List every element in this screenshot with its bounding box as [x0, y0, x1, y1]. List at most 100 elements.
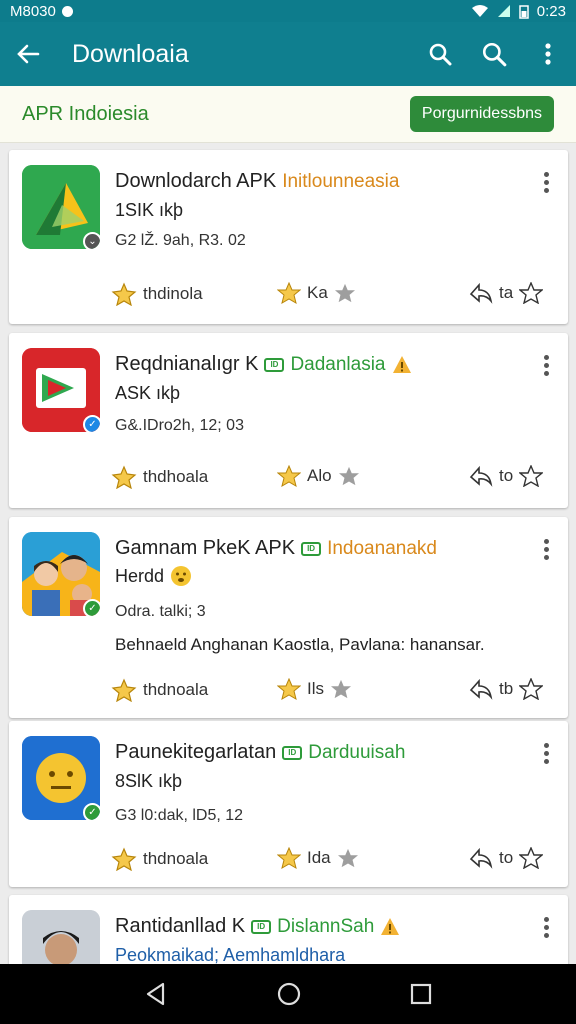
recents-nav-icon[interactable]: [409, 982, 433, 1006]
share-label: ta: [499, 283, 514, 302]
app-category: Initlounneasia: [282, 170, 400, 192]
app-name: Downlodarch APK: [115, 170, 277, 192]
share-icon: [469, 282, 493, 304]
card-more-button[interactable]: [544, 917, 550, 939]
app-category: Indoananakd: [327, 537, 437, 559]
status-left-text: M8030: [10, 2, 56, 20]
region-title: APR Indoiesia: [22, 102, 149, 125]
rating-action[interactable]: Alo: [277, 465, 360, 487]
star-filled-icon: [277, 678, 301, 700]
system-nav-bar: [0, 964, 576, 1024]
install-label: thdinola: [143, 284, 203, 303]
install-star-icon: [111, 282, 137, 306]
page-title: Downloaia: [72, 39, 189, 68]
region-tag: ID: [264, 357, 285, 372]
app-category: Darduuisah: [308, 741, 406, 763]
emoji-icon: [171, 566, 192, 586]
card-more-button[interactable]: [544, 743, 550, 765]
app-list: ⌄ Downlodarch APK Initlounneasia 1SIK ık…: [0, 143, 576, 964]
warning-icon: [392, 355, 411, 373]
search-button-primary[interactable]: [426, 40, 454, 68]
app-name: Rantidanllad K: [115, 915, 246, 937]
back-nav-icon[interactable]: [143, 981, 169, 1007]
share-label: to: [499, 848, 514, 867]
share-action[interactable]: tb: [469, 678, 544, 700]
region-tag: ID: [251, 919, 272, 934]
wifi-icon: [471, 5, 488, 17]
app-card[interactable]: ✓ Gamnam PkeK APK ID Indoananakd Herdd O…: [9, 517, 568, 718]
app-meta: Odra. talki; 3: [115, 603, 206, 620]
share-label: to: [499, 466, 514, 485]
red-play-icon: ✓: [22, 348, 100, 432]
share-icon: [469, 465, 493, 487]
app-size: 1SIK ıkþ: [115, 200, 184, 220]
green-yellow-arrow-icon: ⌄: [22, 165, 100, 249]
install-action[interactable]: thdnoala: [111, 678, 208, 702]
app-card[interactable]: ✓ Reqdnianalıgr K ID Dadanlasia ASK ıkþ …: [9, 333, 568, 508]
share-icon: [469, 847, 493, 869]
install-action[interactable]: thdinola: [111, 282, 203, 306]
app-size: 8SlK ıkþ: [115, 771, 183, 791]
rating-action[interactable]: Ka: [277, 282, 356, 304]
people-game-icon: ✓: [22, 532, 100, 616]
install-star-icon: [111, 465, 137, 489]
star-grey-icon: [334, 283, 355, 303]
app-bar: Downloaia: [0, 22, 576, 86]
status-bar: M8030 0:23: [0, 0, 576, 22]
verified-badge-icon: ✓: [83, 415, 100, 432]
app-name: Reqdnianalıgr K: [115, 353, 259, 375]
back-button[interactable]: [14, 40, 42, 68]
star-filled-icon: [277, 465, 301, 487]
rating-label: Ka: [307, 283, 328, 302]
download-badge-icon: ⌄: [83, 232, 100, 249]
app-meta: G3 l0:dak, lD5, 12: [115, 807, 244, 824]
star-grey-icon: [331, 679, 351, 699]
star-outline-icon: [519, 678, 544, 700]
home-nav-icon[interactable]: [276, 981, 302, 1007]
install-action[interactable]: thdhoala: [111, 465, 208, 489]
signal-icon: [497, 5, 510, 17]
app-meta: G&.IDro2h, 12; 03: [115, 417, 244, 434]
overflow-menu-button[interactable]: [534, 40, 562, 68]
rating-label: Alo: [307, 466, 332, 485]
app-meta: G2 lŽ. 9ah, R3. 02: [115, 232, 246, 249]
verified-badge-icon: ✓: [83, 599, 100, 616]
app-name-line2: Herdd: [115, 565, 165, 586]
person-photo-icon: [22, 910, 100, 964]
install-label: thdnoala: [143, 680, 209, 699]
card-more-button[interactable]: [544, 539, 550, 561]
search-button-secondary[interactable]: [480, 40, 508, 68]
rating-label: Ida: [307, 848, 331, 867]
star-grey-icon: [337, 848, 358, 868]
search-icon: [429, 43, 452, 66]
install-action[interactable]: thdnoala: [111, 847, 208, 871]
app-category: DislannSah: [277, 915, 375, 937]
warning-icon: [381, 917, 400, 935]
rating-label: Ils: [307, 679, 324, 698]
card-more-button[interactable]: [544, 172, 550, 194]
region-action-button[interactable]: Porgurnidessbns: [409, 96, 554, 132]
install-label: thdnoala: [143, 849, 209, 868]
app-description: Behnaeld Anghanan Kaostla, Pavlana: hana…: [115, 635, 485, 654]
share-action[interactable]: ta: [469, 282, 544, 304]
share-action[interactable]: to: [469, 465, 544, 487]
app-size: ASK ıkþ: [115, 383, 181, 403]
rating-action[interactable]: Ida: [277, 847, 359, 869]
card-more-button[interactable]: [544, 355, 550, 377]
star-filled-icon: [277, 847, 301, 869]
status-time: 0:23: [536, 2, 566, 20]
region-bar: APR Indoiesia Porgurnidessbns: [0, 86, 576, 143]
back-arrow-icon: [17, 44, 40, 64]
app-size: Peokmaikad; Aemhamldhara: [115, 945, 346, 964]
region-tag: ID: [282, 745, 303, 760]
battery-icon: [519, 4, 529, 19]
rating-action[interactable]: Ils: [277, 678, 352, 700]
app-card[interactable]: ✓ Paunekitegarlatan ID Darduuisah 8SlK ı…: [9, 721, 568, 887]
app-card[interactable]: ⌄ Downlodarch APK Initlounneasia 1SIK ık…: [9, 150, 568, 324]
yellow-face-icon: ✓: [22, 736, 100, 820]
share-label: tb: [499, 679, 514, 698]
star-grey-icon: [338, 466, 359, 486]
star-outline-icon: [519, 282, 544, 304]
app-card[interactable]: Rantidanllad K ID DislannSah Peokmaikad;…: [9, 895, 568, 964]
share-action[interactable]: to: [469, 847, 544, 869]
